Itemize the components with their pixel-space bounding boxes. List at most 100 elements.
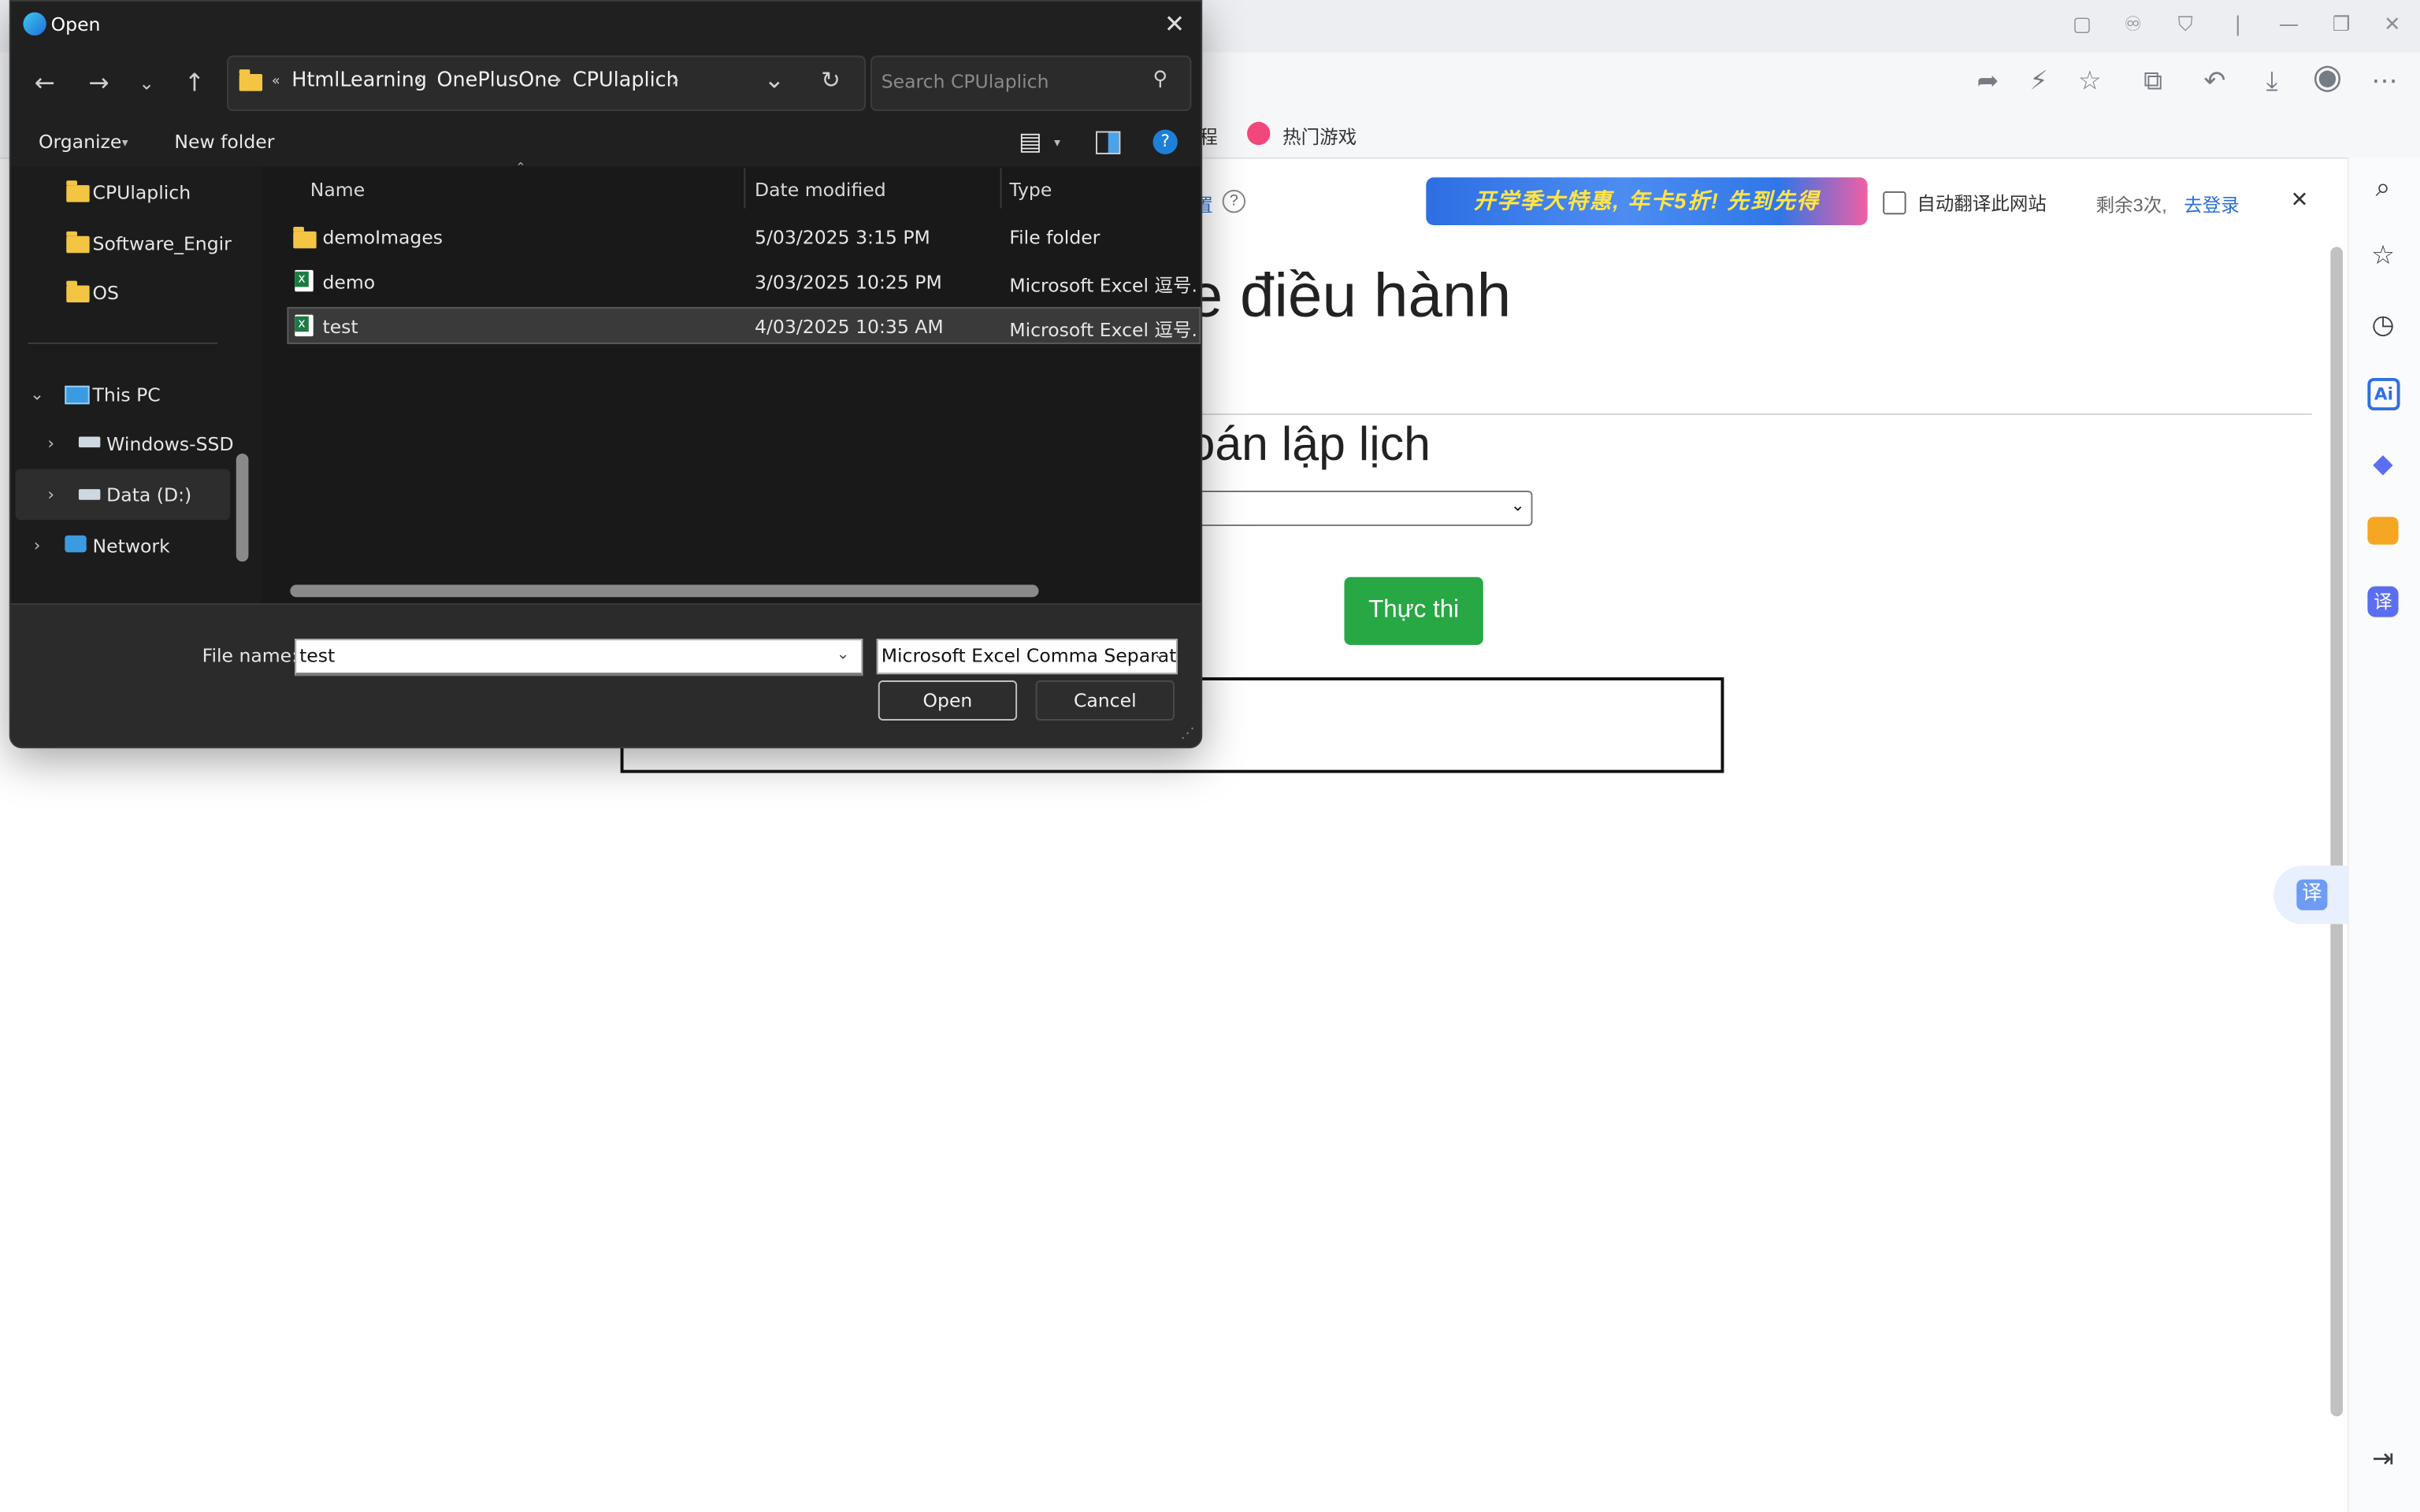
recent-dropdown-icon[interactable]: ⌄ [130, 69, 164, 97]
algorithm-select[interactable]: ⌄ [1188, 491, 1533, 527]
restore-icon[interactable]: ❐ [2327, 14, 2355, 39]
file-name: demoImages [322, 227, 444, 249]
minimize-icon[interactable]: — [2275, 14, 2303, 39]
resize-grip-icon[interactable]: ⋰ [1181, 727, 1195, 743]
file-name: test [322, 316, 358, 339]
file-name-input[interactable]: test [295, 639, 863, 676]
view-dropdown-icon[interactable]: ▾ [1054, 135, 1060, 150]
path-dropdown-icon[interactable]: ⌄ [764, 65, 785, 94]
back-icon[interactable]: ← [28, 69, 61, 97]
toolbox-icon[interactable] [2367, 517, 2399, 545]
up-icon[interactable]: ↑ [177, 69, 211, 97]
network-icon [65, 535, 87, 553]
profile-avatar-icon[interactable]: ◉ [2311, 61, 2344, 94]
divider [1188, 413, 2312, 416]
search-icon[interactable]: ⌕ [2366, 171, 2400, 205]
breadcrumb-separator-icon[interactable]: › [415, 69, 423, 92]
overflow-chevron-icon[interactable]: « [272, 74, 280, 90]
tab-list-icon[interactable]: ▢ [2068, 14, 2095, 39]
run-button[interactable]: Thực thi [1344, 576, 1483, 645]
search-placeholder: Search CPUlaplich [881, 71, 1049, 93]
nav-item-software-engine[interactable]: Software_Engine [93, 233, 232, 254]
sort-indicator-icon: ⌃ [515, 160, 526, 175]
close-window-icon[interactable]: ✕ [2378, 14, 2406, 39]
chevron-right-icon[interactable]: › [42, 484, 61, 504]
folder-icon [239, 69, 263, 91]
file-date: 3/03/2025 10:25 PM [755, 271, 942, 294]
search-icon[interactable]: ⚲ [1153, 68, 1168, 91]
nav-item-windows-ssd[interactable]: Windows-SSD [106, 434, 233, 455]
refresh-icon[interactable]: ↻ [821, 66, 841, 94]
column-header-date[interactable]: Date modified [755, 179, 886, 200]
extensions-icon[interactable]: ⧉ [2136, 66, 2170, 97]
monitor-icon [65, 385, 90, 405]
section-heading: oán lập lịch [1188, 416, 1431, 471]
dialog-titlebar: Open ✕ [10, 1, 1201, 48]
nav-item-data-d[interactable]: Data (D:) [106, 484, 191, 506]
promo-banner[interactable]: 开学季大特惠, 年卡5折! 先到先得 [1426, 177, 1868, 226]
favorite-item-games[interactable]: 热门游戏 [1282, 124, 1357, 150]
ai-icon[interactable]: Ai [2367, 378, 2400, 411]
excel-file-icon: x [295, 314, 314, 337]
help-icon[interactable]: ? [1152, 129, 1178, 154]
forward-icon[interactable]: → [82, 69, 116, 97]
chevron-right-icon[interactable]: › [28, 536, 46, 555]
bookmark-star-icon[interactable]: ☆ [2073, 66, 2106, 97]
cancel-button[interactable]: Cancel [1035, 680, 1175, 721]
file-type: Microsoft Excel 逗号... [1009, 319, 1198, 341]
nav-item-os[interactable]: OS [93, 283, 119, 304]
preview-pane-icon[interactable] [1096, 131, 1121, 154]
nav-item-this-pc[interactable]: This PC [93, 384, 161, 406]
page-scrollbar[interactable] [2330, 246, 2344, 1417]
column-header-name[interactable]: Name [310, 179, 365, 200]
organize-button[interactable]: Organize [39, 132, 121, 153]
chevron-right-icon[interactable]: › [42, 434, 61, 454]
edge-logo-icon [23, 12, 46, 36]
breadcrumb-separator-icon[interactable]: › [554, 69, 562, 92]
translate-icon[interactable]: 译 [2367, 586, 2399, 617]
file-type: File folder [1009, 227, 1101, 249]
close-translate-icon[interactable]: ✕ [2290, 188, 2308, 213]
breadcrumb-cpulaplich[interactable]: CPUlaplich [573, 69, 679, 92]
auto-translate-checkbox[interactable] [1883, 191, 1906, 215]
nav-item-cpulaplich[interactable]: CPUlaplich [93, 182, 191, 203]
page-title: e điều hành [1188, 262, 1512, 331]
excel-file-icon: x [295, 269, 314, 292]
file-type-select[interactable]: Microsoft Excel Comma Separat [876, 639, 1178, 675]
login-link[interactable]: 去登录 [2184, 191, 2240, 217]
lightning-icon[interactable]: ⚡ [2022, 66, 2056, 97]
download-icon[interactable]: ⤓ [2255, 66, 2288, 97]
view-options-icon[interactable]: ▤ [1019, 127, 1042, 156]
game-icon[interactable]: ◆ [2366, 447, 2400, 481]
star-icon[interactable]: ☆ [2366, 239, 2400, 273]
more-menu-icon[interactable]: ⋯ [2367, 66, 2401, 97]
breadcrumb-separator-icon[interactable]: › [671, 69, 679, 92]
drive-icon [78, 436, 101, 448]
collapse-sidebar-icon[interactable]: ⇥ [2366, 1443, 2400, 1477]
undo-icon[interactable]: ↶ [2198, 66, 2232, 97]
incognito-icon[interactable]: ♾ [2119, 14, 2147, 39]
history-icon[interactable]: ◷ [2366, 309, 2400, 343]
chevron-down-icon[interactable]: ⌄ [28, 384, 46, 404]
new-folder-button[interactable]: New folder [174, 132, 274, 153]
share-icon[interactable]: ➦ [1971, 66, 2005, 97]
nav-scrollbar[interactable] [236, 454, 249, 562]
breadcrumb-oneplusone[interactable]: OnePlusOne [436, 69, 559, 92]
help-icon[interactable]: ? [1222, 189, 1246, 213]
dialog-close-icon[interactable]: ✕ [1159, 9, 1190, 39]
folder-icon [66, 231, 90, 254]
column-separator[interactable] [744, 168, 746, 209]
column-header-type[interactable]: Type [1009, 179, 1052, 200]
floating-translate-button[interactable]: 译 [2273, 865, 2348, 925]
file-name-label: File name: [202, 644, 299, 667]
open-button[interactable]: Open [878, 680, 1018, 721]
file-name-dropdown-icon[interactable]: ⌄ [837, 647, 849, 664]
shirt-icon[interactable]: ⛉ [2172, 14, 2199, 39]
breadcrumb-htmllearning[interactable]: HtmlLearning [291, 69, 427, 92]
right-sidebar [2347, 157, 2420, 1512]
column-separator[interactable] [1000, 168, 1002, 209]
list-horizontal-scrollbar[interactable] [290, 584, 1039, 598]
file-date: 5/03/2025 3:15 PM [755, 227, 930, 249]
file-type-dropdown-icon[interactable]: ⌄ [1153, 647, 1166, 664]
nav-item-network[interactable]: Network [93, 536, 170, 557]
